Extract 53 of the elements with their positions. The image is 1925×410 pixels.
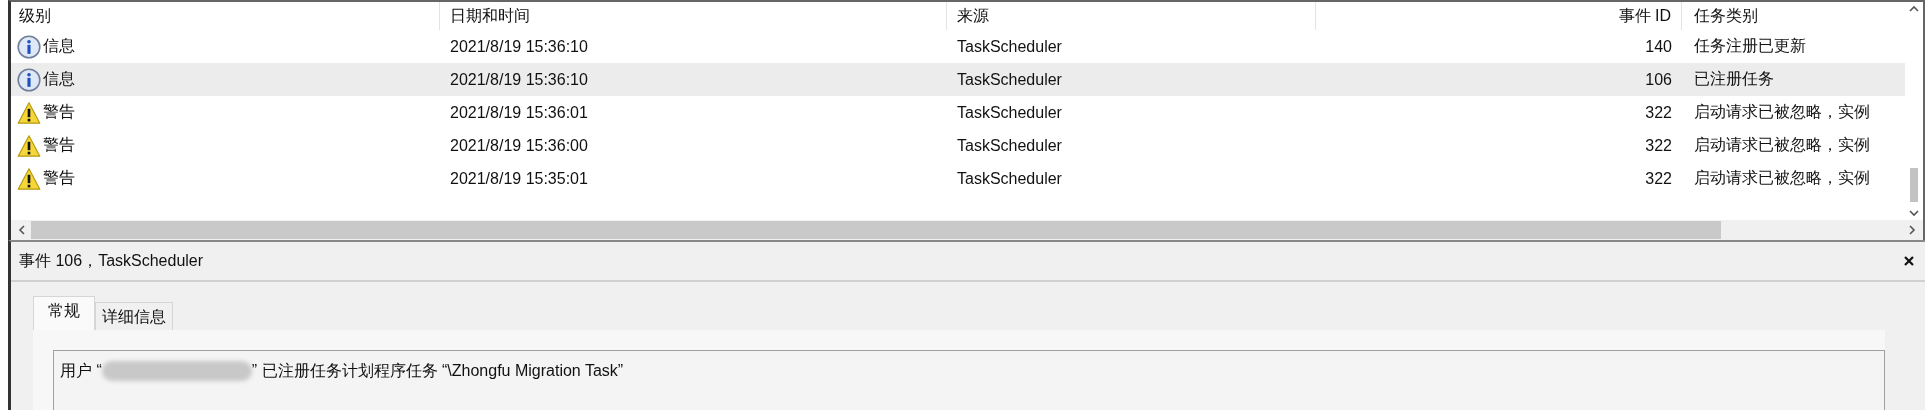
datetime-text: 2021/8/19 15:35:01 bbox=[450, 169, 588, 188]
event-row[interactable]: 警告 2021/8/19 15:36:00 TaskScheduler 322 启动请求已被忽略，实例 bbox=[11, 129, 1905, 162]
datetime-text: 2021/8/19 15:36:00 bbox=[450, 136, 588, 155]
level-text: 警告 bbox=[43, 135, 75, 155]
scroll-down-icon[interactable] bbox=[1908, 208, 1920, 218]
column-header[interactable]: 日期和时间 bbox=[450, 5, 530, 27]
level-text: 信息 bbox=[43, 69, 75, 89]
close-icon[interactable] bbox=[1903, 255, 1915, 267]
scroll-up-icon[interactable] bbox=[1908, 4, 1920, 14]
warning-icon bbox=[17, 166, 41, 191]
info-icon bbox=[17, 34, 41, 59]
warning-icon bbox=[17, 133, 41, 158]
event-id-text: 106 bbox=[1645, 70, 1672, 89]
level-text: 警告 bbox=[43, 102, 75, 122]
message-text: 用户 “ bbox=[60, 361, 102, 381]
tab[interactable]: 详细信息 bbox=[95, 302, 173, 330]
event-row[interactable]: 信息 2021/8/19 15:36:10 TaskScheduler 106 已注册任务 bbox=[11, 63, 1905, 96]
event-row[interactable]: 信息 2021/8/19 15:36:10 TaskScheduler 140 任务注册已更新 bbox=[11, 30, 1905, 63]
column-header[interactable]: 来源 bbox=[957, 5, 989, 27]
level-text: 警告 bbox=[43, 168, 75, 188]
category-text: 任务注册已更新 bbox=[1694, 36, 1806, 56]
event-row[interactable]: 警告 2021/8/19 15:35:01 TaskScheduler 322 启动请求已被忽略，实例 bbox=[11, 162, 1905, 195]
scroll-thumb[interactable] bbox=[1910, 168, 1918, 202]
level-text: 信息 bbox=[43, 36, 75, 56]
source-text: TaskScheduler bbox=[957, 136, 1062, 155]
category-text: 启动请求已被忽略，实例 bbox=[1694, 168, 1870, 188]
horizontal-scrollbar[interactable] bbox=[11, 220, 1923, 240]
event-id-text: 322 bbox=[1645, 136, 1672, 155]
tab[interactable]: 常规 bbox=[33, 296, 95, 330]
event-id-text: 322 bbox=[1645, 169, 1672, 188]
message-text: ” 已注册任务计划程序任务 “\Zhongfu Migration Task” bbox=[251, 361, 624, 381]
column-header[interactable]: 事件 ID bbox=[1618, 5, 1671, 27]
info-icon bbox=[17, 67, 41, 92]
datetime-text: 2021/8/19 15:36:01 bbox=[450, 103, 588, 122]
category-text: 启动请求已被忽略，实例 bbox=[1694, 102, 1870, 122]
detail-title: 事件 106，TaskScheduler bbox=[19, 250, 204, 271]
source-text: TaskScheduler bbox=[957, 70, 1062, 89]
column-header[interactable]: 任务类别 bbox=[1694, 5, 1758, 27]
source-text: TaskScheduler bbox=[957, 37, 1062, 56]
event-id-text: 140 bbox=[1645, 37, 1672, 56]
datetime-text: 2021/8/19 15:36:10 bbox=[450, 37, 588, 56]
scroll-right-icon[interactable] bbox=[1907, 224, 1917, 236]
scroll-left-icon[interactable] bbox=[17, 224, 27, 236]
column-header[interactable]: 级别 bbox=[19, 5, 51, 27]
category-text: 已注册任务 bbox=[1694, 69, 1774, 89]
warning-icon bbox=[17, 100, 41, 125]
event-row[interactable]: 警告 2021/8/19 15:36:01 TaskScheduler 322 启动请求已被忽略，实例 bbox=[11, 96, 1905, 129]
category-text: 启动请求已被忽略，实例 bbox=[1694, 135, 1870, 155]
datetime-text: 2021/8/19 15:36:10 bbox=[450, 70, 588, 89]
source-text: TaskScheduler bbox=[957, 103, 1062, 122]
source-text: TaskScheduler bbox=[957, 169, 1062, 188]
scroll-thumb[interactable] bbox=[31, 221, 1721, 239]
event-id-text: 322 bbox=[1645, 103, 1672, 122]
